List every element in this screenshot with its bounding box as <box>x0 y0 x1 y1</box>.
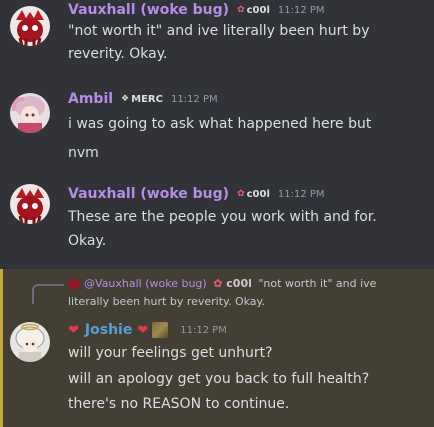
message-line: i was going to ask what happened here bu… <box>68 116 372 132</box>
flower-icon: ✿ <box>237 189 245 199</box>
reply-author[interactable]: @Vauxhall (woke bug) <box>84 277 207 290</box>
reply-avatar <box>68 278 80 290</box>
reply-text: "not worth it" and ive <box>258 277 377 290</box>
server-tag[interactable]: ❖ MERC <box>121 94 163 105</box>
timestamp: 11:12 PM <box>180 324 227 336</box>
heart-icon: ❤ <box>137 322 149 338</box>
message-line: Okay. <box>68 233 107 249</box>
author-name[interactable]: Vauxhall (woke bug) <box>68 186 229 202</box>
server-tag[interactable]: ✿ c00l <box>237 189 270 200</box>
author-name[interactable]: Vauxhall (woke bug) <box>68 2 229 18</box>
message-line: nvm <box>68 145 99 161</box>
avatar-joshie[interactable] <box>10 322 50 362</box>
message-line: will your feelings get unhurt? <box>68 345 273 361</box>
author-name[interactable]: Ambil <box>68 91 113 107</box>
timestamp: 11:12 PM <box>277 188 325 200</box>
tag-label: c00l <box>246 188 270 200</box>
timestamp: 11:12 PM <box>277 4 325 16</box>
mention-bar <box>0 269 3 427</box>
reply-text-line2: literally been hurt by reverity. Okay. <box>68 295 265 308</box>
tag-label: MERC <box>131 93 163 105</box>
timestamp: 11:12 PM <box>170 93 218 105</box>
message-line: These are the people you work with and f… <box>68 209 377 225</box>
tag-label: c00l <box>246 4 270 16</box>
chat-view: Vauxhall (woke bug) ✿ c00l 11:12 PM "not… <box>0 0 434 427</box>
avatar-ambil[interactable] <box>10 93 50 133</box>
reply-connector <box>32 284 64 304</box>
server-tag[interactable]: ✿ c00l <box>237 5 270 16</box>
heart-icon: ❤ <box>68 322 79 338</box>
message-line: there's no REASON to continue. <box>68 396 290 412</box>
author-name[interactable]: Joshie <box>85 322 132 338</box>
avatar-vauxhall[interactable] <box>10 6 50 46</box>
role-badge-icon[interactable] <box>152 322 169 338</box>
message-line: will an apology get you back to full hea… <box>68 371 370 387</box>
reply-tag: ✿ c00l <box>213 277 252 290</box>
flower-icon: ✿ <box>213 277 223 290</box>
reply-preview[interactable]: @Vauxhall (woke bug) ✿ c00l "not worth i… <box>68 277 376 290</box>
message-line: reverity. Okay. <box>68 46 168 62</box>
avatar-vauxhall[interactable] <box>10 184 50 224</box>
flower-icon: ✿ <box>237 5 245 15</box>
merc-icon: ❖ <box>121 94 130 104</box>
message-line: "not worth it" and ive literally been hu… <box>68 23 370 39</box>
